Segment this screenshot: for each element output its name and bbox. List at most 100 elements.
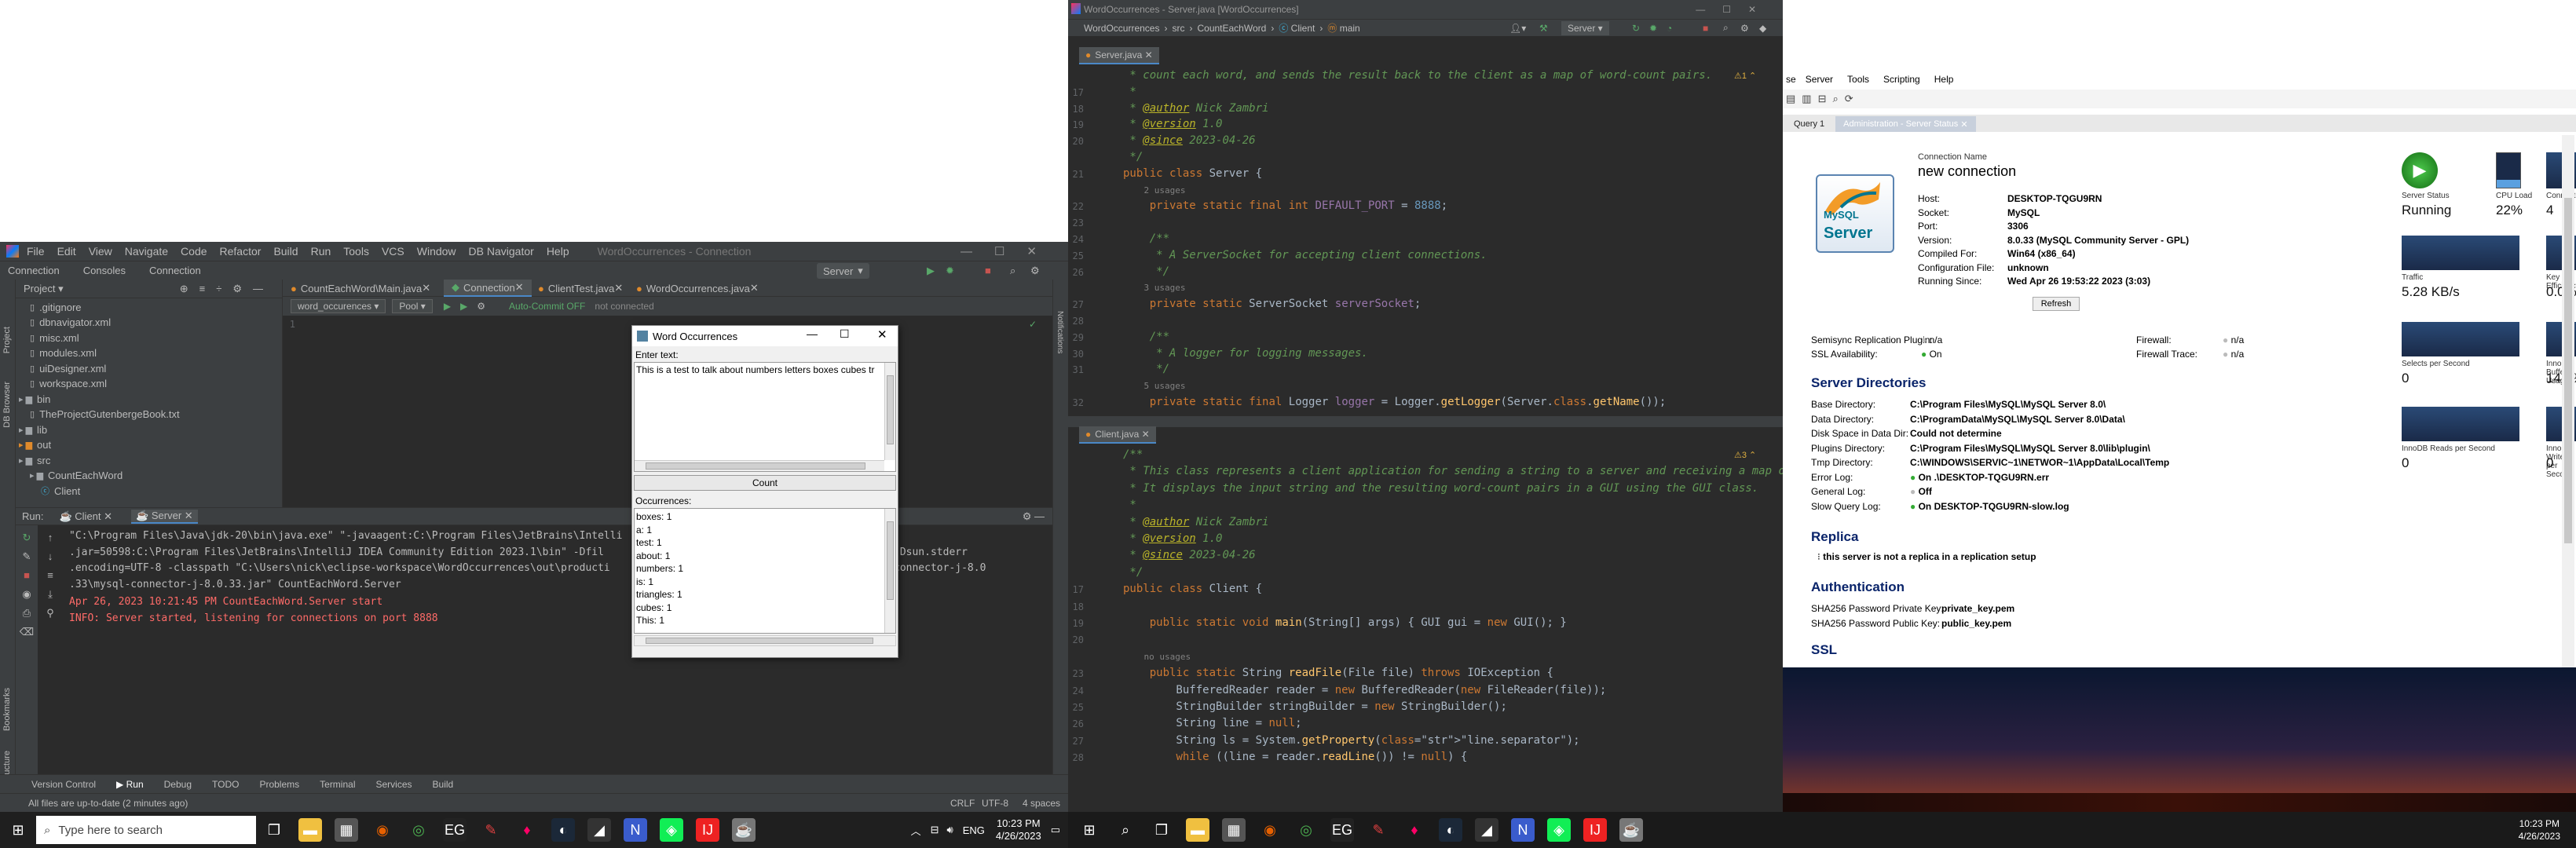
rerun-icon[interactable]: ↻ — [16, 528, 38, 547]
minimize-button[interactable]: — — [807, 327, 818, 340]
side-tab-db-browser[interactable]: DB Browser — [2, 382, 12, 428]
status-indent[interactable]: 4 spaces — [1023, 798, 1060, 809]
mid-run-config[interactable]: Server ▾ — [1561, 21, 1609, 35]
maximize-button[interactable]: ☐ — [840, 327, 850, 341]
menu-view[interactable]: View — [89, 245, 112, 258]
network-icon[interactable]: ⊟ — [931, 824, 939, 836]
steam-icon[interactable]: ◐ — [1439, 818, 1462, 842]
menu-db-navigator[interactable]: DB Navigator — [469, 245, 534, 258]
server-editor[interactable]: * count each word, and sends the result … — [1068, 66, 1783, 416]
notion-icon[interactable]: N — [624, 818, 647, 842]
app-icon[interactable]: ▦ — [335, 818, 358, 842]
steam-icon[interactable]: ◐ — [551, 818, 575, 842]
input-textarea[interactable]: This is a test to talk about numbers let… — [634, 362, 896, 472]
user-icon[interactable]: 👤︎▾ — [1509, 23, 1526, 34]
clock-right[interactable]: 10:23 PM 4/26/2023 — [2519, 817, 2560, 843]
tab-server-status[interactable]: Administration - Server Status ✕ — [1835, 116, 1976, 132]
breadcrumb-project[interactable]: WordOccurrences — [1084, 23, 1159, 34]
breadcrumb-consoles[interactable]: Consoles — [83, 265, 126, 276]
window-controls[interactable]: —☐✕ — [1696, 4, 1773, 15]
refresh-button[interactable]: Refresh — [2033, 297, 2080, 311]
chrome-icon[interactable]: ◎ — [1294, 818, 1318, 842]
tree-item[interactable]: ▯ TheProjectGutenbergeBook.txt — [16, 407, 180, 422]
execute-icon[interactable]: ▶ — [444, 301, 451, 312]
search-icon[interactable]: ⌕ — [1114, 818, 1137, 842]
tree-item[interactable]: ▯ misc.xml — [16, 330, 79, 345]
pool-select[interactable]: Pool ▾ — [392, 299, 433, 313]
warning-count[interactable]: ⚠1 ⌃ — [1734, 71, 1756, 81]
breadcrumb-package[interactable]: CountEachWord — [1197, 23, 1266, 34]
tab-todo[interactable]: TODO — [212, 779, 239, 790]
breadcrumb-method[interactable]: ⓜ main — [1327, 21, 1359, 35]
run-icon[interactable]: ▶ — [927, 265, 935, 277]
scroll-end-icon[interactable]: ⤓ — [38, 585, 63, 604]
debug-icon[interactable]: ✹ — [946, 265, 954, 277]
reconnect-icon[interactable]: ⟳ — [1845, 93, 1853, 105]
tab-terminal[interactable]: Terminal — [320, 779, 355, 790]
search-icon[interactable]: ⌕ — [1723, 22, 1729, 34]
autocommit-status[interactable]: Auto-Commit OFF — [509, 301, 585, 312]
run-settings-icon[interactable]: ⚙ — — [1023, 510, 1045, 523]
menu-base[interactable]: se — [1786, 74, 1796, 85]
tree-item[interactable]: ▯ modules.xml — [16, 345, 97, 361]
close-button[interactable]: ✕ — [877, 327, 887, 342]
task-view-icon[interactable]: ❐ — [262, 818, 286, 842]
epic-icon[interactable]: EG — [443, 818, 467, 842]
window-controls[interactable]: —☐✕ — [961, 244, 1059, 258]
status-encoding[interactable]: UTF-8 — [982, 798, 1008, 809]
side-tab-bookmarks[interactable]: Bookmarks — [2, 688, 12, 731]
side-tab-notifications[interactable]: Notifications — [1056, 311, 1064, 353]
app-icon[interactable]: ▦ — [1222, 818, 1246, 842]
windows-start-icon[interactable]: ⊞ — [1078, 818, 1101, 842]
project-toolbar-icons[interactable]: ⊕≡÷⚙— — [180, 283, 274, 295]
profile-icon[interactable]: ◔ — [1667, 23, 1672, 34]
client-java-tab[interactable]: ● Client.java ✕ — [1079, 426, 1156, 444]
app-icon-3[interactable]: ◢ — [1475, 818, 1498, 842]
schema-select[interactable]: word_occurences ▾ — [291, 299, 386, 313]
tab-version-control[interactable]: Version Control — [31, 779, 96, 790]
trash-icon[interactable]: ⌫ — [16, 623, 38, 641]
taskbar-search[interactable]: ⌕ Type here to search — [36, 816, 256, 844]
app-icon-2[interactable]: ♦ — [1403, 818, 1426, 842]
intellij-icon[interactable]: IJ — [696, 818, 719, 842]
java-app-icon[interactable]: ☕ — [732, 818, 756, 842]
pin-icon[interactable]: ⚲ — [38, 604, 63, 623]
tab-wordoccurrences-java[interactable]: ● WordOccurrences.java ✕ — [628, 280, 767, 297]
tree-item[interactable]: ▸ ▆ out — [16, 437, 51, 453]
file-explorer-icon[interactable]: ▬ — [298, 818, 322, 842]
breadcrumb-connection[interactable]: Connection — [8, 265, 60, 276]
menu-tools[interactable]: Tools — [343, 245, 369, 258]
menu-navigate[interactable]: Navigate — [125, 245, 168, 258]
settings-icon[interactable]: ⚙ — [1740, 23, 1749, 34]
app-icon-4[interactable]: ◈ — [1547, 818, 1571, 842]
menu-edit[interactable]: Edit — [57, 245, 76, 258]
wrap-icon[interactable]: ≡ — [38, 566, 63, 585]
tab-clienttest-java[interactable]: ● ClientTest.java ✕ — [530, 280, 631, 297]
volume-icon[interactable]: 🔊︎ — [946, 824, 953, 836]
occ-hscrollbar[interactable] — [634, 635, 896, 646]
count-button[interactable]: Count — [634, 475, 896, 491]
server-java-tab[interactable]: ● Server.java ✕ — [1079, 47, 1159, 64]
schema-icon[interactable]: ⊟ — [1818, 93, 1827, 105]
input-hscrollbar[interactable] — [635, 460, 884, 471]
browser-icon[interactable]: ◉ — [1258, 818, 1282, 842]
sql-file-icon[interactable]: ▤ — [1786, 93, 1795, 105]
editor-splitter[interactable] — [1068, 416, 1783, 427]
project-dropdown[interactable]: Project ▾ — [24, 283, 64, 295]
menu-tools[interactable]: Tools — [1847, 74, 1869, 85]
tree-item[interactable]: ▸ ▆ src — [16, 452, 50, 468]
tab-services[interactable]: Services — [376, 779, 412, 790]
notion-icon[interactable]: N — [1511, 818, 1535, 842]
app-icon-2[interactable]: ♦ — [515, 818, 539, 842]
client-editor[interactable]: /** * This class represents a client app… — [1068, 445, 1783, 812]
tab-run[interactable]: ▶ Run — [116, 779, 144, 790]
menu-help[interactable]: Help — [547, 245, 569, 258]
menu-server[interactable]: Server — [1806, 74, 1833, 85]
breadcrumb-src[interactable]: src — [1172, 23, 1184, 34]
stop-icon[interactable]: ■ — [1703, 23, 1708, 34]
settings-icon[interactable]: ⚙ — [477, 301, 485, 312]
inspect-icon[interactable]: ⌕ — [1833, 93, 1839, 105]
workbench-scrollbar[interactable] — [2562, 135, 2574, 667]
tree-item[interactable]: ▯ uiDesigner.xml — [16, 360, 106, 376]
tab-problems[interactable]: Problems — [259, 779, 299, 790]
